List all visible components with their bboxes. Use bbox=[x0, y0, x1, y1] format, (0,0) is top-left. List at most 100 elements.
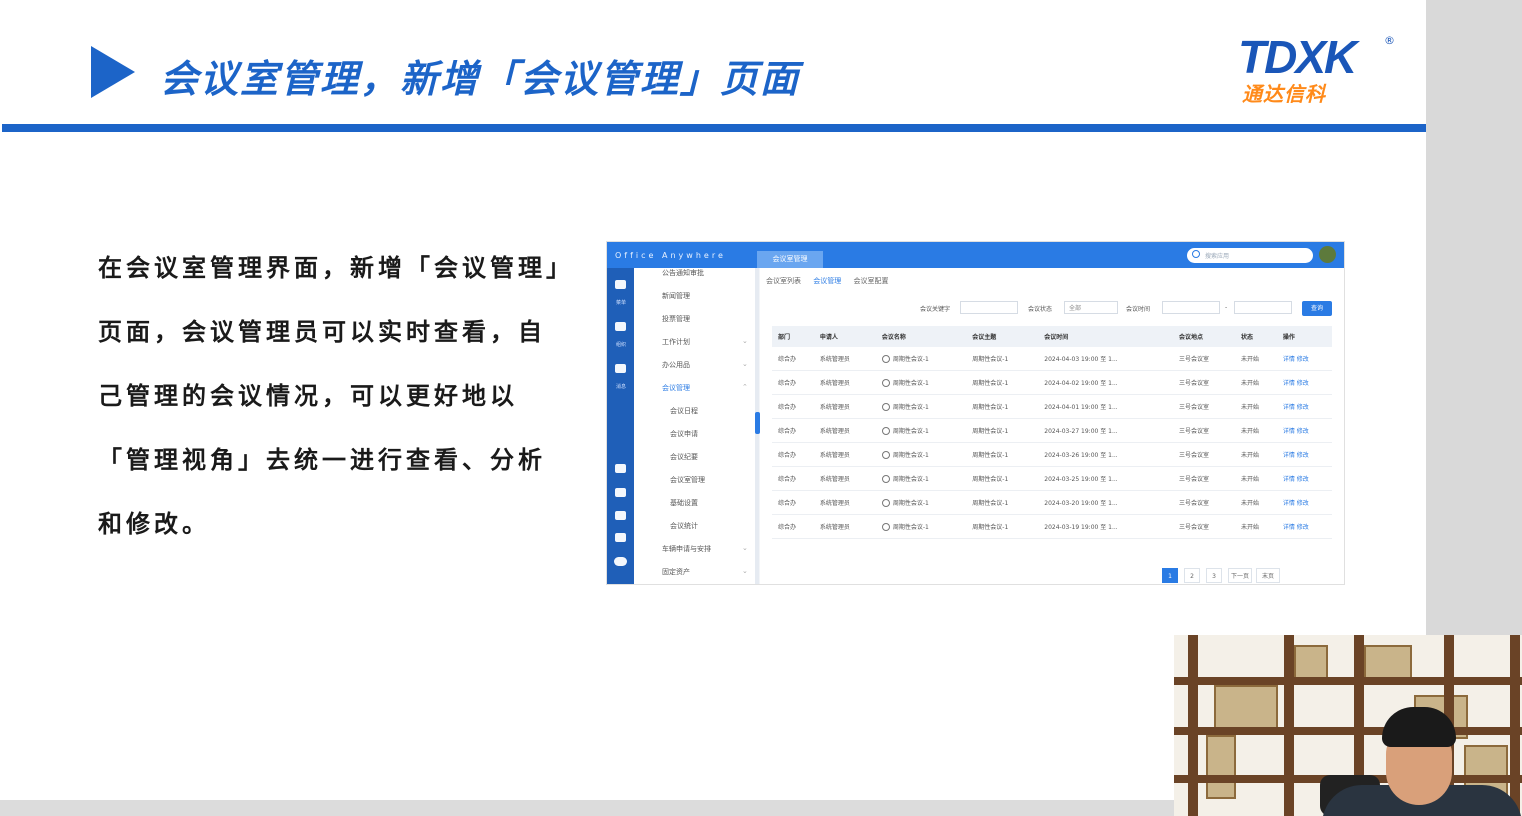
embedded-app-screenshot: Office Anywhere 会议室管理 搜索应用 菜单 组织 消息 公告通知… bbox=[606, 241, 1345, 585]
table-row[interactable]: 综合办 系统管理员 周期性会议-1 周期性会议-1 2024-03-25 19:00 至… bbox=[772, 466, 1332, 491]
table-cell: 三号会议室 bbox=[1172, 418, 1235, 443]
menu-item-meeting-statistics[interactable]: 会议统计 bbox=[670, 521, 698, 531]
meeting-name: 周期性会议-1 bbox=[892, 403, 929, 411]
download-icon[interactable] bbox=[615, 511, 626, 520]
table-cell: 周期性会议-1 bbox=[966, 514, 1039, 539]
table-cell: 周期性会议-1 bbox=[875, 490, 967, 515]
more-icon[interactable] bbox=[614, 557, 627, 566]
row-actions[interactable]: 详情 修改 bbox=[1276, 490, 1332, 515]
tab-meeting-room-management[interactable]: 会议室管理 bbox=[757, 251, 823, 268]
table-cell: 综合办 bbox=[772, 418, 814, 443]
tab-meeting-room-list[interactable]: 会议室列表 bbox=[766, 277, 801, 285]
column-header: 会议名称 bbox=[875, 326, 967, 347]
page-button[interactable]: 3 bbox=[1206, 568, 1222, 583]
row-actions[interactable]: 详情 修改 bbox=[1276, 370, 1332, 395]
app-brand: Office Anywhere bbox=[615, 251, 726, 260]
row-actions[interactable]: 详情 修改 bbox=[1276, 442, 1332, 467]
meeting-table: 部门 申请人 会议名称 会议主题 会议时间 会议地点 状态 操作 综合办 系统管理… bbox=[772, 326, 1332, 539]
column-header: 操作 bbox=[1276, 326, 1332, 347]
table-cell: 周期性会议-1 bbox=[875, 466, 967, 491]
menu-item-basic-settings[interactable]: 基础设置 bbox=[670, 498, 698, 508]
meeting-name: 周期性会议-1 bbox=[892, 355, 929, 363]
slide-body-text: 在会议室管理界面，新增「会议管理」 页面，会议管理员可以实时查看，自 己管理的会… bbox=[98, 236, 578, 556]
logo-registered-mark: ® bbox=[1384, 34, 1395, 47]
end-date-input[interactable] bbox=[1234, 301, 1292, 314]
table-cell: 未开始 bbox=[1234, 514, 1277, 539]
page-button[interactable]: 1 bbox=[1162, 568, 1178, 583]
column-header: 会议时间 bbox=[1038, 326, 1173, 347]
menu-item-fixed-assets[interactable]: 固定资产 bbox=[662, 567, 690, 577]
menu-item-meeting-schedule[interactable]: 会议日程 bbox=[670, 406, 698, 416]
rail-label: 消息 bbox=[615, 384, 626, 390]
menu-item-news[interactable]: 新闻管理 bbox=[662, 291, 690, 301]
table-cell: 系统管理员 bbox=[813, 394, 876, 419]
row-actions[interactable]: 详情 修改 bbox=[1276, 418, 1332, 443]
table-cell: 三号会议室 bbox=[1172, 514, 1235, 539]
row-actions[interactable]: 详情 修改 bbox=[1276, 514, 1332, 539]
table-cell: 周期性会议-1 bbox=[966, 466, 1039, 491]
clock-icon bbox=[881, 427, 890, 436]
table-row[interactable]: 综合办 系统管理员 周期性会议-1 周期性会议-1 2024-04-03 19:00 至… bbox=[772, 347, 1332, 371]
grid-icon[interactable] bbox=[615, 280, 626, 289]
table-cell: 2024-03-27 19:00 至 1... bbox=[1038, 418, 1173, 443]
last-page-button[interactable]: 末页 bbox=[1256, 568, 1280, 583]
menu-item-office-supplies[interactable]: 办公用品 bbox=[662, 360, 690, 370]
next-page-button[interactable]: 下一页 bbox=[1228, 568, 1252, 583]
table-cell: 未开始 bbox=[1234, 347, 1277, 371]
table-row[interactable]: 综合办 系统管理员 周期性会议-1 周期性会议-1 2024-03-26 19:00 至… bbox=[772, 442, 1332, 467]
logo-mark: TDXK bbox=[1238, 31, 1357, 83]
org-icon[interactable] bbox=[615, 322, 626, 331]
page-button[interactable]: 2 bbox=[1184, 568, 1200, 583]
table-cell: 三号会议室 bbox=[1172, 490, 1235, 515]
table-row[interactable]: 综合办 系统管理员 周期性会议-1 周期性会议-1 2024-03-19 19:00 至… bbox=[772, 514, 1332, 539]
award-icon[interactable] bbox=[615, 533, 626, 542]
tab-meeting-room-config[interactable]: 会议室配置 bbox=[853, 277, 888, 285]
document-icon[interactable] bbox=[615, 488, 626, 497]
app-topbar: Office Anywhere 会议室管理 搜索应用 bbox=[607, 242, 1344, 268]
chat-icon[interactable] bbox=[615, 464, 626, 473]
table-cell: 2024-04-01 19:00 至 1... bbox=[1038, 394, 1173, 419]
menu-item-vote[interactable]: 投票管理 bbox=[662, 314, 690, 324]
table-cell: 未开始 bbox=[1234, 442, 1277, 467]
table-row[interactable]: 综合办 系统管理员 周期性会议-1 周期性会议-1 2024-04-02 19:00 至… bbox=[772, 370, 1332, 395]
app-search-input[interactable]: 搜索应用 bbox=[1187, 248, 1313, 263]
menu-item-vehicle[interactable]: 车辆申请与安排 bbox=[662, 544, 711, 554]
table-cell: 三号会议室 bbox=[1172, 347, 1235, 371]
table-row[interactable]: 综合办 系统管理员 周期性会议-1 周期性会议-1 2024-03-27 19:00 至… bbox=[772, 418, 1332, 443]
menu-item-work-plan[interactable]: 工作计划 bbox=[662, 337, 690, 347]
table-cell: 综合办 bbox=[772, 466, 814, 491]
start-date-input[interactable] bbox=[1162, 301, 1220, 314]
keyword-input[interactable] bbox=[960, 301, 1018, 314]
clock-icon bbox=[881, 475, 890, 484]
table-cell: 系统管理员 bbox=[813, 490, 876, 515]
table-cell: 周期性会议-1 bbox=[875, 347, 967, 371]
menu-item-meeting-apply[interactable]: 会议申请 bbox=[670, 429, 698, 439]
avatar[interactable] bbox=[1319, 246, 1336, 263]
search-icon bbox=[1192, 250, 1200, 258]
row-actions[interactable]: 详情 修改 bbox=[1276, 394, 1332, 419]
row-actions[interactable]: 详情 修改 bbox=[1276, 347, 1332, 371]
menu-item-meeting-management[interactable]: 会议管理 bbox=[662, 383, 690, 393]
menu-item-announcement[interactable]: 公告通知审批 bbox=[662, 268, 704, 278]
table-row[interactable]: 综合办 系统管理员 周期性会议-1 周期性会议-1 2024-04-01 19:00 至… bbox=[772, 394, 1332, 419]
table-cell: 周期性会议-1 bbox=[875, 514, 967, 539]
menu-item-meeting-minutes[interactable]: 会议纪要 bbox=[670, 452, 698, 462]
clock-icon bbox=[881, 451, 890, 460]
meeting-name: 周期性会议-1 bbox=[892, 451, 929, 459]
body-line: 在会议室管理界面，新增「会议管理」 bbox=[98, 254, 574, 282]
webcam-video bbox=[1174, 635, 1522, 816]
table-row[interactable]: 综合办 系统管理员 周期性会议-1 周期性会议-1 2024-03-20 19:00 至… bbox=[772, 490, 1332, 515]
status-select[interactable]: 全部 bbox=[1064, 301, 1118, 314]
row-actions[interactable]: 详情 修改 bbox=[1276, 466, 1332, 491]
table-cell: 周期性会议-1 bbox=[966, 370, 1039, 395]
body-line: 页面，会议管理员可以实时查看，自 bbox=[98, 318, 546, 346]
tab-meeting-management[interactable]: 会议管理 bbox=[813, 277, 841, 285]
clock-icon bbox=[881, 379, 890, 388]
table-cell: 三号会议室 bbox=[1172, 442, 1235, 467]
table-cell: 周期性会议-1 bbox=[966, 442, 1039, 467]
message-icon[interactable] bbox=[615, 364, 626, 373]
menu-item-meeting-room-management[interactable]: 会议室管理 bbox=[670, 475, 705, 485]
clock-icon bbox=[881, 523, 890, 532]
body-line: 「管理视角」去统一进行查看、分析 bbox=[98, 446, 546, 474]
query-button[interactable]: 查询 bbox=[1302, 301, 1332, 316]
